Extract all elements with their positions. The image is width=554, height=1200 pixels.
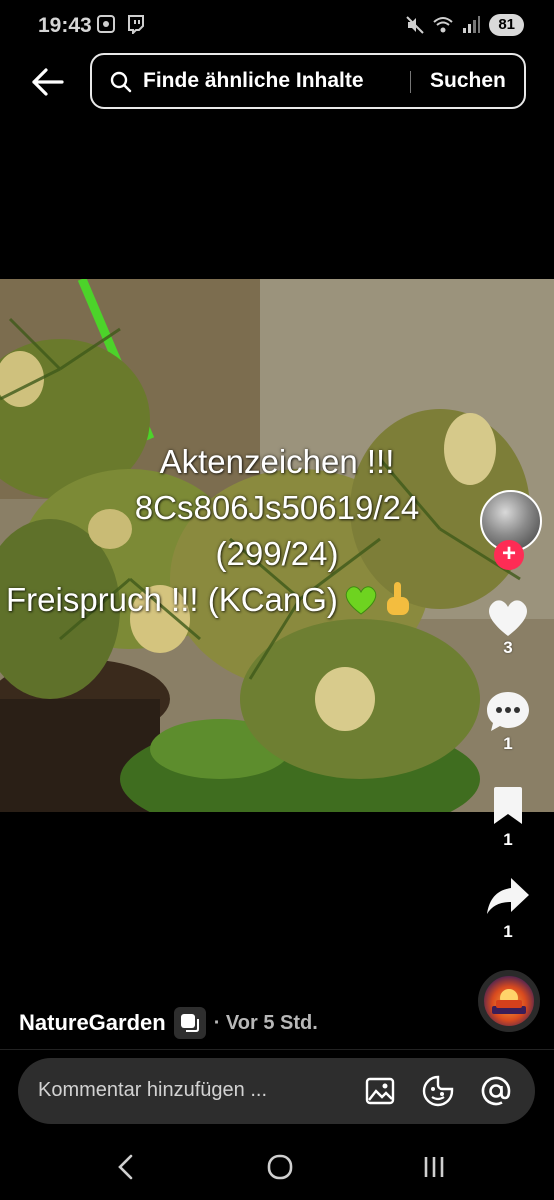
- divider: [0, 1049, 554, 1050]
- status-bar: 19:43 81: [0, 0, 554, 52]
- creator-avatar-wrap[interactable]: +: [480, 490, 542, 570]
- bookmark-icon: [494, 787, 522, 824]
- battery-indicator: 81: [489, 14, 524, 36]
- system-nav-bar: [0, 1135, 554, 1200]
- emoji-button[interactable]: [422, 1075, 454, 1107]
- comment-input-bar[interactable]: Kommentar hinzufügen ...: [18, 1058, 535, 1124]
- post-time: · Vor 5 Std.: [213, 1011, 318, 1034]
- image-button[interactable]: [364, 1075, 396, 1107]
- back-button[interactable]: [28, 62, 68, 102]
- like-count: 3: [503, 638, 513, 657]
- comment-icon: [487, 692, 529, 731]
- search-input[interactable]: Finde ähnliche Inhalte: [143, 69, 364, 93]
- image-icon: [365, 1077, 395, 1105]
- home-circle-icon: [267, 1154, 293, 1180]
- mention-button[interactable]: [480, 1075, 512, 1107]
- search-box[interactable]: Finde ähnliche Inhalte Suchen: [90, 53, 526, 109]
- video-player[interactable]: Aktenzeichen !!! 8Cs806Js50619/24 (299/2…: [0, 279, 554, 812]
- heart-icon: [489, 600, 527, 636]
- screenshot-icon: [97, 15, 115, 33]
- nav-back-button[interactable]: [106, 1147, 146, 1187]
- back-arrow-icon: [32, 68, 64, 96]
- mute-icon: [406, 16, 425, 34]
- status-time: 19:43: [38, 14, 92, 37]
- like-button[interactable]: 3: [477, 598, 539, 658]
- plant-photo: [0, 279, 554, 812]
- comment-input[interactable]: Kommentar hinzufügen ...: [38, 1079, 267, 1102]
- recents-icon: [424, 1157, 444, 1177]
- comment-button[interactable]: 1: [477, 690, 539, 754]
- signal-icon: [463, 16, 481, 33]
- share-icon: [487, 878, 529, 914]
- search-icon: [110, 71, 132, 93]
- comment-count: 1: [503, 734, 513, 753]
- nav-home-button[interactable]: [260, 1147, 300, 1187]
- at-sign-icon: [481, 1076, 511, 1106]
- search-button[interactable]: Suchen: [430, 69, 506, 93]
- wifi-icon: [433, 17, 453, 33]
- nav-recents-button[interactable]: [414, 1147, 454, 1187]
- status-right: 81: [405, 14, 524, 36]
- emoji-icon: [422, 1075, 454, 1107]
- author-name[interactable]: NatureGarden: [19, 1010, 166, 1036]
- repost-icon: [173, 1007, 206, 1039]
- music-disc[interactable]: [478, 970, 540, 1032]
- save-count: 1: [503, 830, 513, 849]
- bookmark-button[interactable]: 1: [477, 786, 539, 850]
- follow-button[interactable]: +: [494, 540, 524, 570]
- music-disc-art: [492, 989, 526, 1014]
- search-divider: [410, 71, 411, 93]
- twitch-icon: [128, 15, 144, 34]
- screen: 19:43 81 Finde ähnliche Inhalte Suchen A…: [0, 0, 554, 1200]
- chevron-left-icon: [118, 1154, 133, 1180]
- share-button[interactable]: 1: [477, 876, 539, 942]
- status-left-icons: [96, 14, 146, 34]
- share-count: 1: [503, 922, 513, 941]
- author-row: NatureGarden · Vor 5 Std.: [19, 1007, 318, 1039]
